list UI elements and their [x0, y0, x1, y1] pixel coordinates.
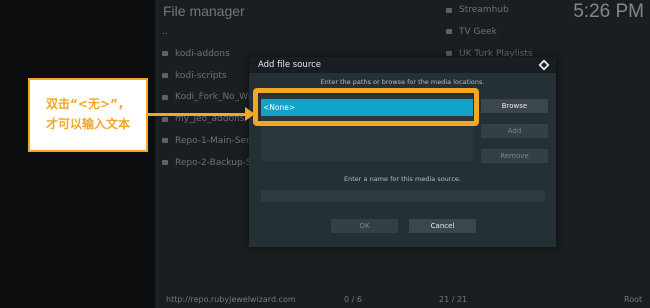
folder-icon: [446, 51, 452, 57]
annotation-callout: 双击“<无>”， 才可以输入文本: [28, 78, 148, 152]
footer-path: http://repo.rubyjewelwizard.com: [166, 295, 296, 304]
list-item[interactable]: Streamhub: [440, 0, 640, 20]
kodi-logo-icon: [538, 59, 550, 71]
list-item-label: TV Geek: [459, 26, 497, 37]
ok-button[interactable]: OK: [331, 219, 398, 233]
callout-line-1: 双击“<无>”，: [46, 97, 130, 111]
right-count: 21 / 21: [439, 295, 468, 304]
folder-icon: [162, 51, 168, 57]
page-title: File manager: [163, 3, 245, 19]
remove-button[interactable]: Remove: [481, 149, 548, 163]
list-item-label: kodi-scripts: [175, 70, 227, 81]
list-item[interactable]: TV Geek: [440, 22, 640, 42]
list-item-label: kodi-addons: [175, 48, 230, 59]
source-name-input[interactable]: [261, 190, 545, 202]
dialog-title: Add file source: [258, 60, 322, 70]
folder-icon: [446, 29, 452, 35]
dialog-instruction: Enter the paths or browse for the media …: [320, 78, 485, 86]
cancel-button[interactable]: Cancel: [409, 219, 476, 233]
folder-icon: [162, 160, 168, 166]
folder-icon: [162, 116, 168, 122]
annotation-arrow-head-icon: [245, 107, 255, 121]
list-item[interactable]: ..: [156, 22, 418, 42]
folder-icon: [446, 7, 452, 13]
callout-line-2: 才可以输入文本: [45, 117, 130, 131]
left-count: 0 / 6: [344, 295, 362, 304]
name-label: Enter a name for this media source.: [344, 175, 461, 183]
browse-button[interactable]: Browse: [481, 99, 548, 113]
dialog-header: Add file source: [249, 57, 556, 73]
folder-icon: [162, 138, 168, 144]
folder-icon: [162, 94, 168, 100]
add-button[interactable]: Add: [481, 124, 548, 138]
add-file-source-dialog: Add file source Enter the paths or brows…: [249, 57, 556, 247]
list-item-label: ..: [162, 27, 168, 37]
annotation-arrow-line: [148, 113, 248, 116]
root-label: Root: [624, 295, 643, 304]
highlight-annotation-box: [253, 88, 479, 126]
status-footer: http://repo.rubyjewelwizard.com 0 / 6 21…: [156, 292, 650, 308]
right-file-list: Streamhub TV Geek UK Turk Playlists: [440, 0, 640, 65]
list-item-label: Streamhub: [459, 5, 509, 15]
folder-icon: [162, 73, 168, 79]
